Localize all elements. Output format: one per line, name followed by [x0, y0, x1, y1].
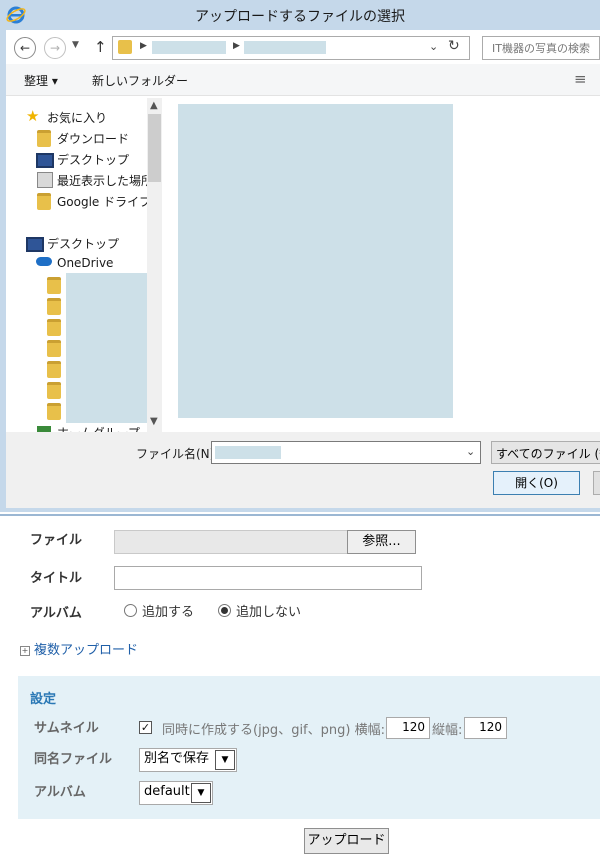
folder-icon[interactable]	[47, 403, 61, 420]
back-button[interactable]: ←	[14, 37, 36, 59]
onedrive-cloud-icon	[36, 257, 52, 266]
thumbnail-width-input[interactable]: 120	[386, 717, 430, 739]
google-drive-folder-icon	[37, 193, 51, 210]
thumbnail-height-input[interactable]: 120	[464, 717, 507, 739]
recent-places-icon	[37, 172, 53, 188]
samename-value: 別名で保存	[144, 751, 210, 766]
upload-button[interactable]: アップロード	[304, 828, 389, 854]
search-placeholder: IT機器の写真の検索	[492, 42, 590, 55]
folder-icon[interactable]	[47, 382, 61, 399]
nav-item-desktop[interactable]: デスクトップ	[57, 151, 129, 168]
view-options-icon[interactable]: ≡	[574, 70, 587, 88]
expand-plus-icon[interactable]: +	[20, 645, 30, 656]
nav-item-favorites[interactable]: お気に入り	[47, 109, 107, 126]
chevron-down-icon[interactable]: ▼	[191, 783, 211, 803]
multi-upload-link[interactable]: + 複数アップロード	[20, 639, 138, 658]
dialog-title: アップロードするファイルの選択	[195, 9, 405, 25]
samename-select[interactable]: 別名で保存 ▼	[139, 748, 237, 772]
breadcrumb-chevron-icon[interactable]: ▶	[140, 41, 147, 51]
filename-label: ファイル名(N):	[136, 447, 219, 461]
up-folder-button[interactable]: ↑	[94, 38, 107, 56]
forward-button[interactable]: →	[44, 37, 66, 59]
album-add-radio[interactable]	[124, 604, 137, 617]
filename-dropdown-icon[interactable]: ⌄	[466, 445, 475, 458]
thumbnail-height-label: 縦幅:	[432, 723, 463, 738]
folder-icon	[118, 40, 132, 54]
thumbnail-checkbox[interactable]: ✓	[139, 721, 152, 734]
refresh-button[interactable]: ↻	[448, 38, 460, 54]
file-path-field	[114, 530, 348, 554]
recent-locations-dropdown[interactable]: ▼	[72, 40, 79, 50]
multi-upload-label: 複数アップロード	[34, 643, 139, 658]
organize-button[interactable]: 整理 ▾	[24, 72, 58, 89]
new-folder-button[interactable]: 新しいフォルダー	[92, 72, 188, 89]
scroll-thumb[interactable]	[148, 114, 161, 182]
scroll-up-icon[interactable]: ▲	[150, 100, 158, 111]
onedrive-folder-list[interactable]	[66, 273, 148, 423]
open-button[interactable]: 開く(O)	[493, 471, 580, 495]
chevron-down-icon[interactable]: ▼	[215, 750, 235, 770]
folder-icon[interactable]	[47, 298, 61, 315]
downloads-folder-icon	[37, 130, 51, 147]
nav-item-desktop-root[interactable]: デスクトップ	[47, 235, 119, 252]
page-divider	[0, 514, 600, 516]
dialog-border	[0, 508, 600, 512]
address-dropdown-icon[interactable]: ⌄	[429, 40, 438, 53]
nav-item-homegroup[interactable]: ホームグループ	[57, 424, 140, 432]
nav-item-recent[interactable]: 最近表示した場所	[57, 172, 153, 189]
filename-value	[215, 446, 281, 459]
album-noadd-label: 追加しない	[236, 605, 302, 620]
samename-label: 同名ファイル	[34, 752, 113, 767]
nav-item-google-drive[interactable]: Google ドライブ	[57, 193, 151, 210]
folder-icon[interactable]	[47, 340, 61, 357]
album-select-value: default	[144, 784, 190, 799]
desktop-icon	[26, 237, 44, 252]
album-select[interactable]: default ▼	[139, 781, 213, 805]
desktop-icon	[36, 153, 54, 168]
breadcrumb-segment[interactable]	[244, 41, 326, 54]
album-setting-label: アルバム	[34, 785, 86, 800]
settings-title: 設定	[30, 692, 57, 707]
nav-item-onedrive[interactable]: OneDrive	[57, 256, 113, 270]
filetype-value: すべてのファイル (*.*)	[496, 447, 600, 461]
browse-button[interactable]: 参照...	[347, 530, 416, 554]
breadcrumb-chevron-icon[interactable]: ▶	[233, 41, 240, 51]
title-label: タイトル	[30, 571, 83, 586]
file-label: ファイル	[30, 533, 83, 548]
folder-icon[interactable]	[47, 277, 61, 294]
nav-item-downloads[interactable]: ダウンロード	[57, 130, 129, 147]
album-add-label: 追加する	[142, 605, 195, 620]
thumbnail-label: サムネイル	[34, 721, 99, 736]
thumbnail-description: 同時に作成する(jpg、gif、png) 横幅:	[162, 723, 385, 738]
cancel-button[interactable]	[593, 471, 600, 495]
title-input[interactable]	[114, 566, 422, 590]
album-noadd-radio[interactable]	[218, 604, 231, 617]
breadcrumb-segment[interactable]	[152, 41, 226, 54]
album-label: アルバム	[30, 606, 82, 621]
star-icon: ★	[26, 107, 40, 125]
scroll-down-icon[interactable]: ▼	[150, 416, 158, 427]
folder-icon[interactable]	[47, 319, 61, 336]
file-list-content[interactable]	[178, 104, 453, 418]
folder-icon[interactable]	[47, 361, 61, 378]
